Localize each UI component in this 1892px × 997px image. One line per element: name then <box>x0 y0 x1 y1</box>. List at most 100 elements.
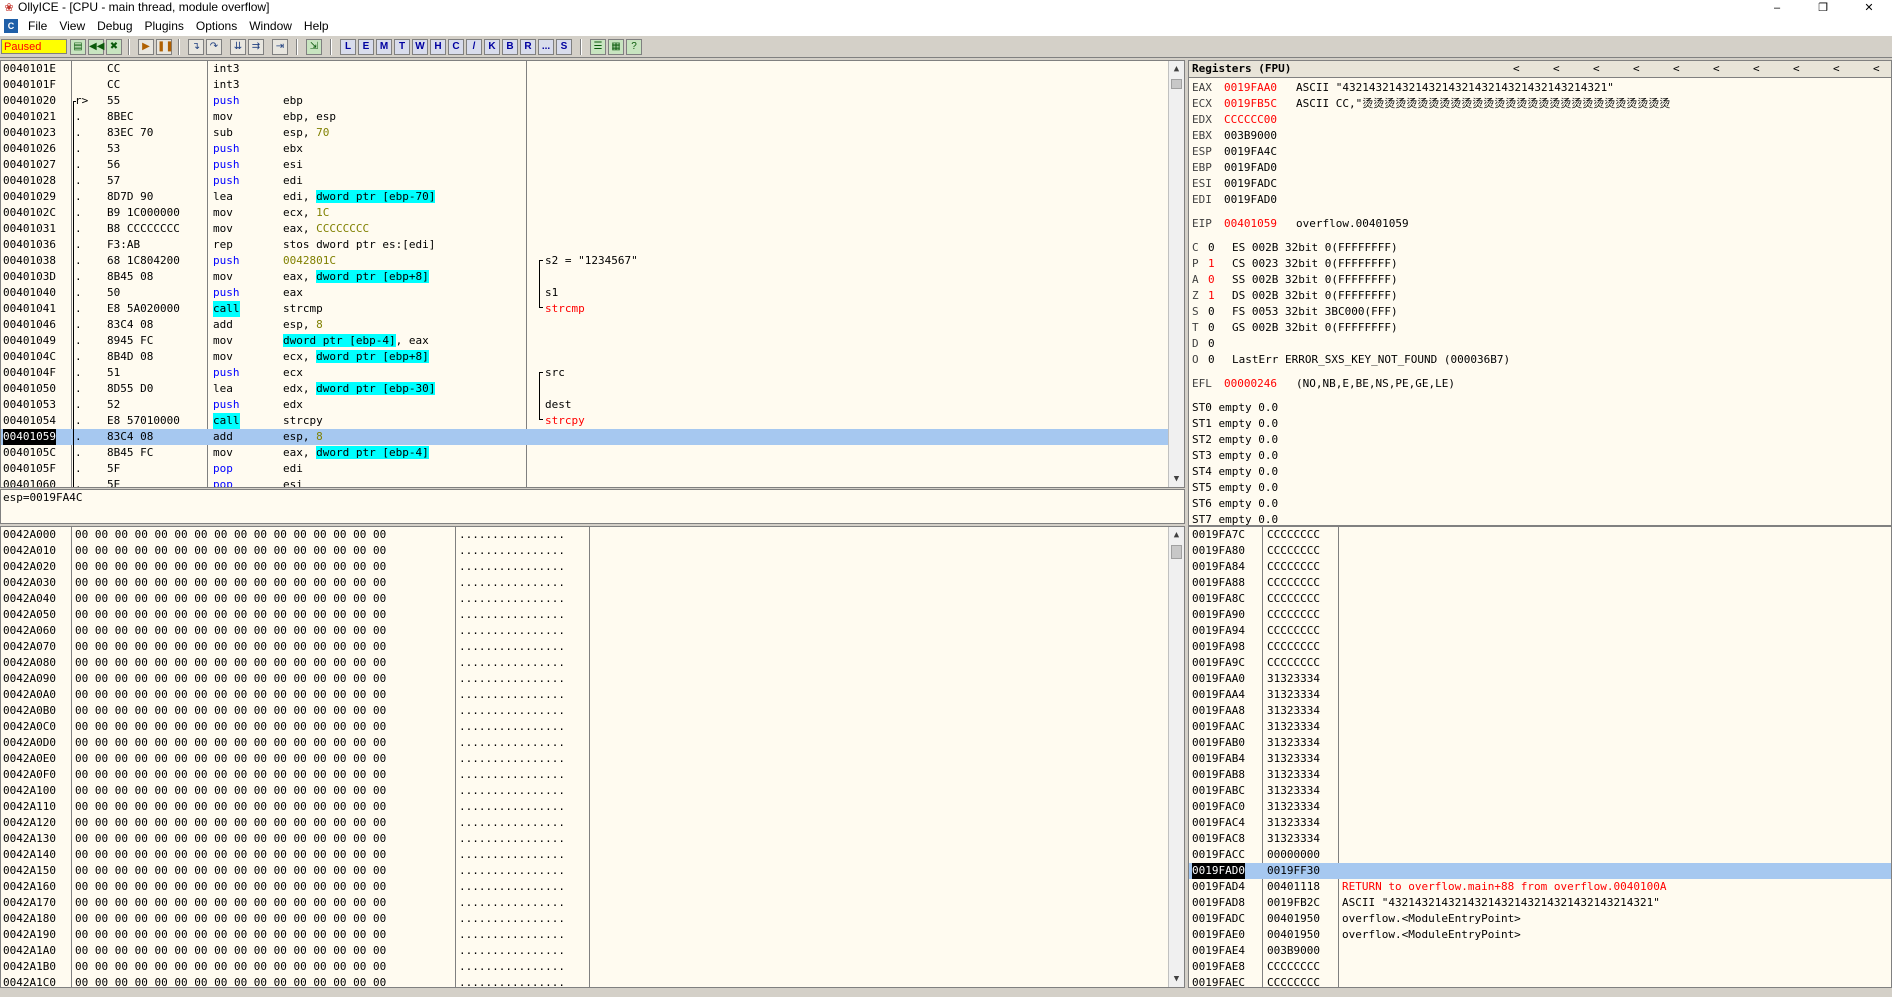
flag-row[interactable]: S 0 FS 0053 32bit 3BC000(FFF) <box>1192 304 1891 320</box>
stack-row[interactable]: 0019FA80 CCCCCCCC <box>1189 543 1891 559</box>
stack-row[interactable]: 0019FA88 CCCCCCCC <box>1189 575 1891 591</box>
menu-view[interactable]: View <box>53 16 91 36</box>
stack-pane[interactable]: 0019FA7C CCCCCCCC 0019FA80 CCCCCCCC 0019FA84… <box>1188 526 1892 988</box>
scroll-down-arrow-icon[interactable]: ▼ <box>1169 971 1184 987</box>
disasm-row[interactable]: 00401038. 68 1C804200 push 0042801C s2 = "12… <box>1 253 1169 269</box>
dump-row[interactable]: 0042A010 00 00 00 00 00 00 00 00 00 00 00… <box>1 543 1169 559</box>
dump-row[interactable]: 0042A050 00 00 00 00 00 00 00 00 00 00 00… <box>1 607 1169 623</box>
dump-row[interactable]: 0042A060 00 00 00 00 00 00 00 00 00 00 00… <box>1 623 1169 639</box>
scroll-up-arrow-icon[interactable]: ▲ <box>1169 527 1184 543</box>
executables-window-button[interactable]: E <box>358 39 374 55</box>
close-button[interactable]: ✕ <box>1846 1 1892 15</box>
memory-window-button[interactable]: M <box>376 39 392 55</box>
register-nav-arrow-icon[interactable]: < <box>1873 61 1880 77</box>
stack-row[interactable]: 0019FAA4 31323334 <box>1189 687 1891 703</box>
scroll-thumb[interactable] <box>1171 79 1182 89</box>
stack-row[interactable]: 0019FA7C CCCCCCCC <box>1189 527 1891 543</box>
disasm-row[interactable]: 00401020 r> 55 push ebp <box>1 93 1169 109</box>
stack-row[interactable]: 0019FACC 00000000 <box>1189 847 1891 863</box>
stack-row[interactable]: 0019FAA8 31323334 <box>1189 703 1891 719</box>
list-icon[interactable]: ☰ <box>590 39 606 55</box>
menu-window[interactable]: Window <box>243 16 298 36</box>
fpu-register-row[interactable]: ST0 empty 0.0 <box>1192 400 1891 416</box>
registers-header[interactable]: Registers (FPU) < < < < < < < < < < <box>1189 61 1891 78</box>
flag-row[interactable]: P 1 CS 0023 32bit 0(FFFFFFFF) <box>1192 256 1891 272</box>
disasm-row[interactable]: 00401031. B8 CCCCCCCC mov eax, CCCCCCCC <box>1 221 1169 237</box>
disasm-row[interactable]: 0040102C. B9 1C000000 mov ecx, 1C <box>1 205 1169 221</box>
register-nav-arrow-icon[interactable]: < <box>1833 61 1840 77</box>
fpu-register-row[interactable]: ST2 empty 0.0 <box>1192 432 1891 448</box>
disassembly-scrollbar[interactable]: ▲ ▼ <box>1168 61 1184 487</box>
fpu-register-row[interactable]: ST1 empty 0.0 <box>1192 416 1891 432</box>
menu-debug[interactable]: Debug <box>91 16 138 36</box>
dump-row[interactable]: 0042A150 00 00 00 00 00 00 00 00 00 00 00… <box>1 863 1169 879</box>
menu-help[interactable]: Help <box>298 16 335 36</box>
dump-row[interactable]: 0042A0A0 00 00 00 00 00 00 00 00 00 00 00… <box>1 687 1169 703</box>
stack-row[interactable]: 0019FAE4 003B9000 <box>1189 943 1891 959</box>
disasm-row[interactable]: 00401041. E8 5A020000 call strcmp strcmp <box>1 301 1169 317</box>
flag-row[interactable]: C 0 ES 002B 32bit 0(FFFFFFFF) <box>1192 240 1891 256</box>
call-stack-window-button[interactable]: K <box>484 39 500 55</box>
stack-row[interactable]: 0019FAC8 31323334 <box>1189 831 1891 847</box>
dump-row[interactable]: 0042A1B0 00 00 00 00 00 00 00 00 00 00 00… <box>1 959 1169 975</box>
disasm-row[interactable]: 00401049. 8945 FC mov dword ptr [ebp-4], ea… <box>1 333 1169 349</box>
stack-row[interactable]: 0019FA90 CCCCCCCC <box>1189 607 1891 623</box>
stack-row[interactable]: 0019FAEC CCCCCCCC <box>1189 975 1891 987</box>
stack-row[interactable]: 0019FAB8 31323334 <box>1189 767 1891 783</box>
disasm-row[interactable]: 00401026. 53 push ebx <box>1 141 1169 157</box>
restart-icon[interactable]: ◀◀ <box>88 39 104 55</box>
register-nav-arrow-icon[interactable]: < <box>1593 61 1600 77</box>
disasm-row[interactable]: 00401028. 57 push edi <box>1 173 1169 189</box>
memory-dump-pane[interactable]: 0042A000 00 00 00 00 00 00 00 00 00 00 00… <box>0 526 1185 988</box>
disasm-row[interactable]: 00401054. E8 57010000 call strcpy strcpy <box>1 413 1169 429</box>
register-nav-arrow-icon[interactable]: < <box>1673 61 1680 77</box>
pause-icon[interactable]: ❚❚ <box>156 39 174 55</box>
register-row[interactable]: EAX 0019FAA0 ASCII "4321432143214321432143… <box>1192 80 1891 96</box>
disasm-row[interactable]: 00401023. 83EC 70 sub esp, 70 <box>1 125 1169 141</box>
source-window-button[interactable]: S <box>556 39 572 55</box>
register-row[interactable]: EBX 003B9000 <box>1192 128 1891 144</box>
disasm-row[interactable]: 00401060. 5E pop esi <box>1 477 1169 487</box>
disasm-row[interactable]: 00401059. 83C4 08 add esp, 8 <box>1 429 1169 445</box>
register-nav-arrow-icon[interactable]: < <box>1513 61 1520 77</box>
disasm-row[interactable]: 00401029. 8D7D 90 lea edi, dword ptr [ebp-7… <box>1 189 1169 205</box>
run-icon[interactable]: ▶ <box>138 39 154 55</box>
stack-row[interactable]: 0019FAAC 31323334 <box>1189 719 1891 735</box>
cpu-window-button[interactable]: C <box>448 39 464 55</box>
disasm-row[interactable]: 00401046. 83C4 08 add esp, 8 <box>1 317 1169 333</box>
stack-row[interactable]: 0019FAE0 00401950 overflow.<ModuleEntryPoi… <box>1189 927 1891 943</box>
eflags-row[interactable]: EFL 00000246 (NO,NB,E,BE,NS,PE,GE,LE) <box>1192 376 1891 392</box>
stack-row[interactable]: 0019FAC0 31323334 <box>1189 799 1891 815</box>
options-icon[interactable]: ▦ <box>608 39 624 55</box>
dump-row[interactable]: 0042A000 00 00 00 00 00 00 00 00 00 00 00… <box>1 527 1169 543</box>
stack-row[interactable]: 0019FAA0 31323334 <box>1189 671 1891 687</box>
stack-row[interactable]: 0019FA94 CCCCCCCC <box>1189 623 1891 639</box>
stack-row[interactable]: 0019FAC4 31323334 <box>1189 815 1891 831</box>
disasm-row[interactable]: 0040103D. 8B45 08 mov eax, dword ptr [ebp+8… <box>1 269 1169 285</box>
dump-row[interactable]: 0042A040 00 00 00 00 00 00 00 00 00 00 00… <box>1 591 1169 607</box>
flag-row[interactable]: D0 <box>1192 336 1891 352</box>
flag-row[interactable]: O 0 LastErr ERROR_SXS_KEY_NOT_FOUND (00003… <box>1192 352 1891 368</box>
cpu-window-icon[interactable]: C <box>4 19 18 33</box>
dump-row[interactable]: 0042A160 00 00 00 00 00 00 00 00 00 00 00… <box>1 879 1169 895</box>
goto-icon[interactable]: ⇲ <box>306 39 322 55</box>
registers-pane[interactable]: Registers (FPU) < < < < < < < < < < EAX 0019FAA0 AS… <box>1188 60 1892 526</box>
register-row[interactable]: EIP 00401059 overflow.00401059 <box>1192 216 1891 232</box>
disasm-row[interactable]: 00401021. 8BEC mov ebp, esp <box>1 109 1169 125</box>
disasm-row[interactable]: 00401036. F3:AB rep stos dword ptr es:[edi] <box>1 237 1169 253</box>
minimize-button[interactable]: – <box>1754 1 1800 15</box>
fpu-register-row[interactable]: ST5 empty 0.0 <box>1192 480 1891 496</box>
fpu-register-row[interactable]: ST6 empty 0.0 <box>1192 496 1891 512</box>
execute-till-return-icon[interactable]: ⇥ <box>272 39 288 55</box>
restore-button[interactable]: ❐ <box>1800 1 1846 15</box>
help-icon[interactable]: ? <box>626 39 642 55</box>
dump-scrollbar[interactable]: ▲ ▼ <box>1168 527 1184 987</box>
register-nav-arrow-icon[interactable]: < <box>1553 61 1560 77</box>
stack-row[interactable]: 0019FA8C CCCCCCCC <box>1189 591 1891 607</box>
dump-row[interactable]: 0042A1C0 00 00 00 00 00 00 00 00 00 00 00… <box>1 975 1169 987</box>
menu-plugins[interactable]: Plugins <box>139 16 190 36</box>
dump-row[interactable]: 0042A0B0 00 00 00 00 00 00 00 00 00 00 00… <box>1 703 1169 719</box>
register-nav-arrow-icon[interactable]: < <box>1793 61 1800 77</box>
fpu-register-row[interactable]: ST7 empty 0.0 <box>1192 512 1891 525</box>
close-program-icon[interactable]: ✖ <box>106 39 122 55</box>
